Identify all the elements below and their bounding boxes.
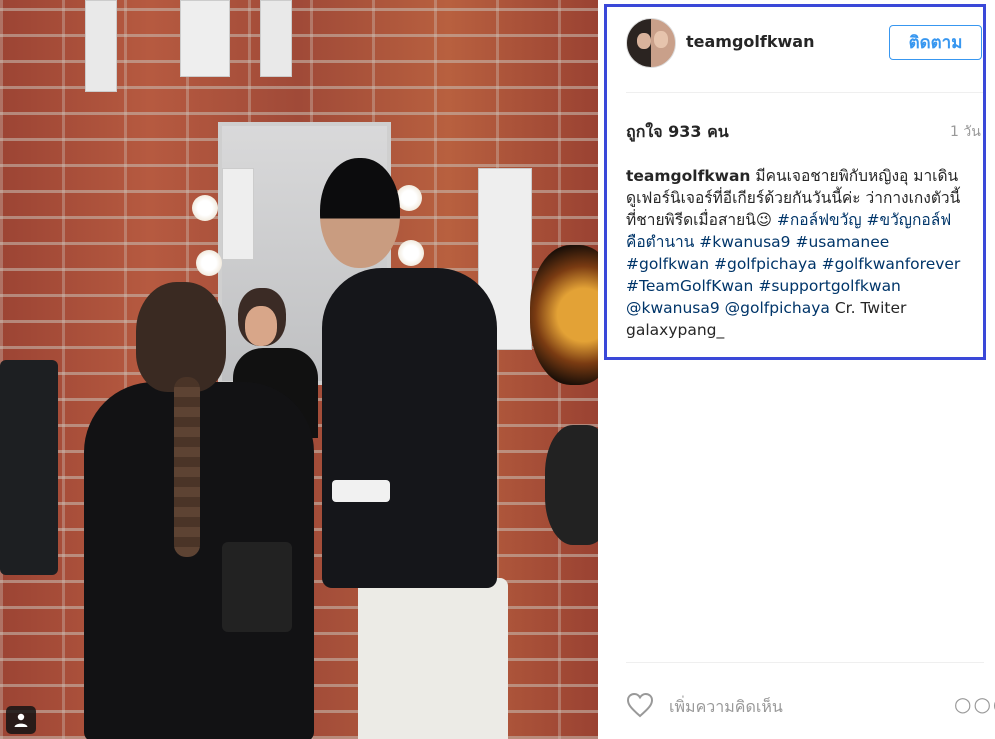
- shelf-bracket: [260, 0, 292, 77]
- guitar: [530, 245, 598, 385]
- post-sidebar: [598, 0, 995, 739]
- vanity-bulb: [196, 250, 222, 276]
- product-label: [222, 168, 254, 260]
- username-link[interactable]: teamgolfkwan: [686, 32, 814, 51]
- post-header: teamgolfkwan ติดตาม: [626, 18, 984, 74]
- avatar[interactable]: [626, 18, 676, 68]
- hashtag-link[interactable]: #usamanee: [795, 233, 889, 251]
- hashtag-link[interactable]: #kwanusa9: [699, 233, 790, 251]
- comment-input[interactable]: เพิ่มความคิดเห็น: [669, 695, 783, 720]
- hashtag-link[interactable]: #golfkwan: [626, 255, 709, 273]
- more-options-icon[interactable]: ○○○: [954, 692, 995, 716]
- backpack: [0, 360, 58, 575]
- follow-button[interactable]: ติดตาม: [889, 25, 982, 60]
- tagged-user-icon[interactable]: [6, 706, 36, 734]
- man-figure: [320, 158, 520, 739]
- footer-divider: [626, 662, 984, 663]
- hashtag-link[interactable]: #golfpichaya: [714, 255, 817, 273]
- header-divider: [626, 92, 984, 93]
- guitar: [545, 425, 598, 545]
- post-caption: teamgolfkwan มีคนเจอชายพิกับหญิงอุ มาเดิ…: [626, 165, 961, 341]
- post-time[interactable]: 1 วัน: [950, 121, 981, 143]
- woman-figure: [84, 282, 334, 739]
- mention-link[interactable]: @golfpichaya: [725, 299, 830, 317]
- post-actions: เพิ่มความคิดเห็น ○○○: [626, 692, 995, 720]
- hashtag-link[interactable]: #กอล์ฟขวัญ: [777, 211, 862, 229]
- shelf-bracket: [85, 0, 117, 92]
- hashtag-link[interactable]: #supportgolfkwan: [758, 277, 901, 295]
- hashtag-link[interactable]: #golfkwanforever: [822, 255, 961, 273]
- vanity-bulb: [192, 195, 218, 221]
- hashtag-link[interactable]: #TeamGolfKwan: [626, 277, 753, 295]
- mention-link[interactable]: @kwanusa9: [626, 299, 720, 317]
- likes-count[interactable]: ถูกใจ 933 คน: [626, 120, 729, 145]
- heart-icon[interactable]: [626, 692, 654, 718]
- post-photo[interactable]: [0, 0, 598, 739]
- price-tag: [180, 0, 230, 77]
- caption-username[interactable]: teamgolfkwan: [626, 167, 750, 185]
